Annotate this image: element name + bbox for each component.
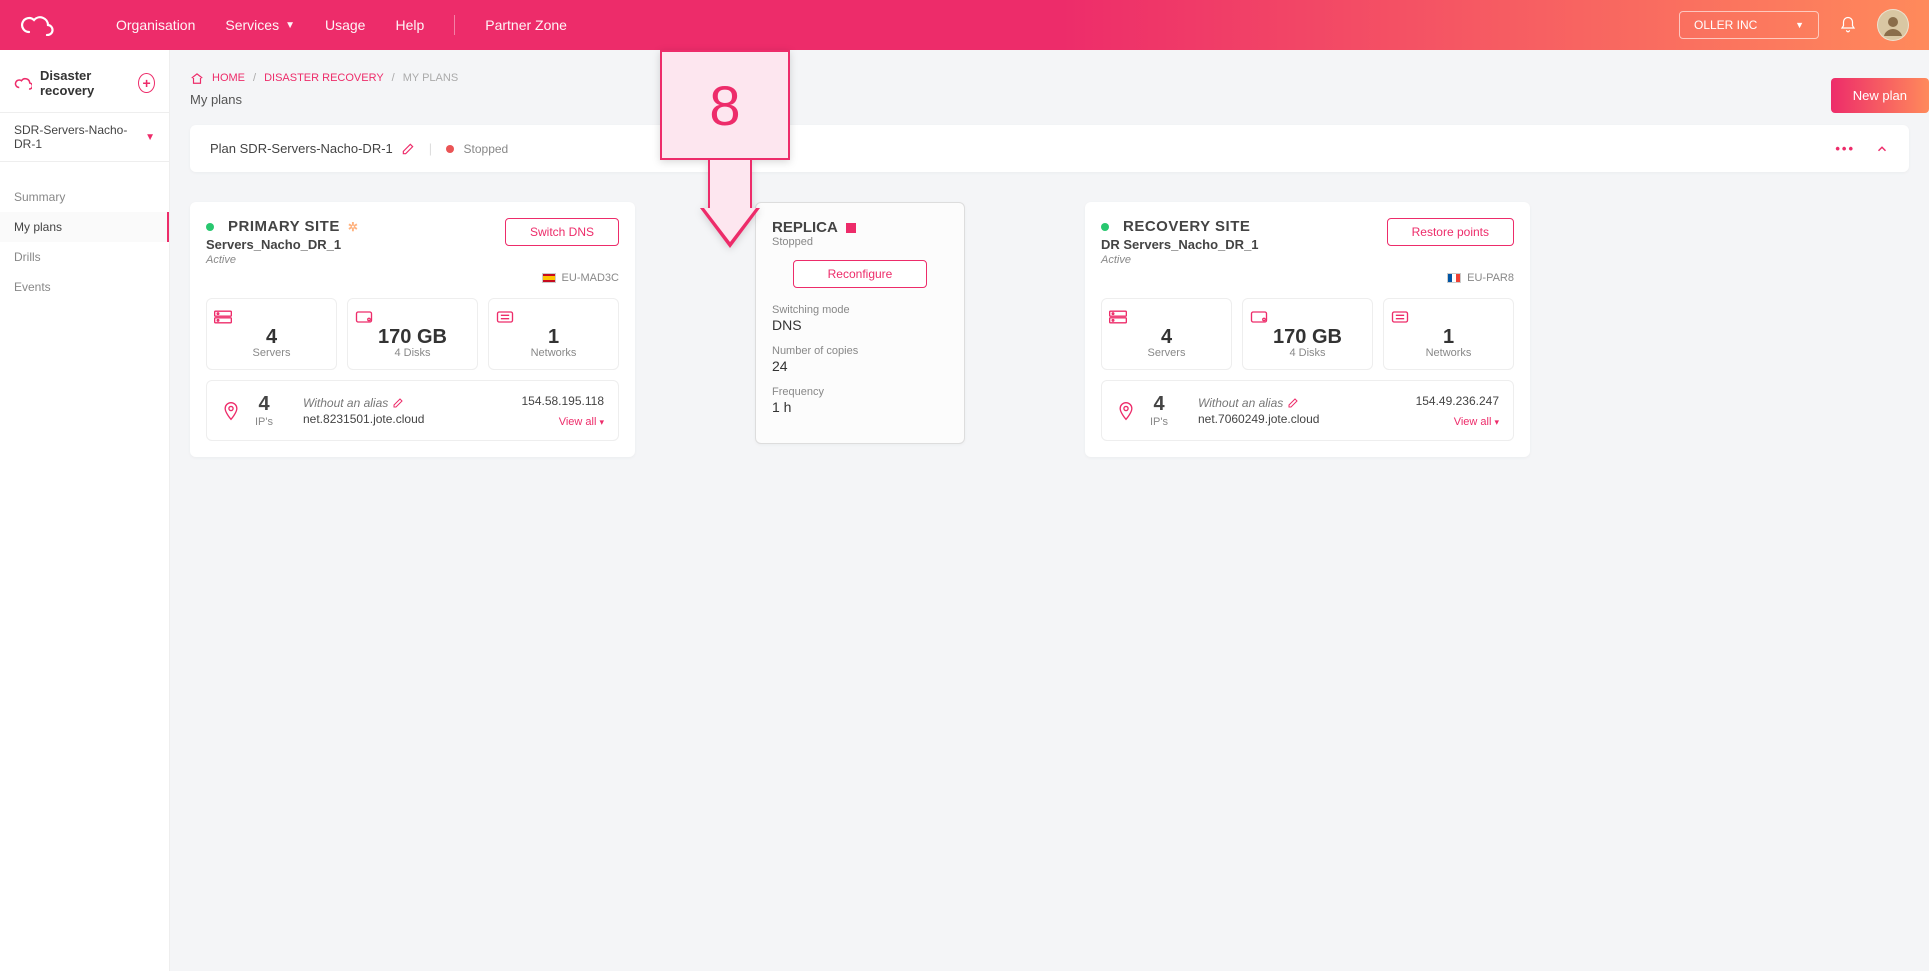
page-subtitle: My plans (190, 92, 1909, 107)
main-content: 8 HOME / DISASTER RECOVERY / MY PLANS My… (170, 50, 1929, 971)
primary-site-title: PRIMARY SITE (228, 218, 340, 235)
nav-separator (454, 15, 455, 35)
disk-icon (354, 309, 471, 325)
sidebar: Disaster recovery + SDR-Servers-Nacho-DR… (0, 50, 170, 971)
org-selector-label: OLLER INC (1694, 18, 1757, 32)
stat-storage: 170 GB 4 Disks (1242, 298, 1373, 370)
edit-icon[interactable] (401, 142, 415, 156)
breadcrumb-section[interactable]: DISASTER RECOVERY (264, 72, 384, 84)
recovery-region: EU-PAR8 (1101, 272, 1514, 284)
copies-value: 24 (772, 358, 948, 374)
home-icon (190, 72, 204, 84)
sidebar-item-my-plans[interactable]: My plans (0, 212, 169, 242)
recovery-ip: 154.49.236.247 (1416, 394, 1499, 408)
status-dot-icon (446, 145, 454, 153)
new-plan-button[interactable]: New plan (1831, 78, 1929, 113)
user-avatar[interactable] (1877, 9, 1909, 41)
chevron-down-icon: ▼ (1795, 20, 1804, 30)
primary-site-state: Active (206, 254, 358, 266)
recovery-domain: net.7060249.jote.cloud (1198, 412, 1319, 426)
primary-region: EU-MAD3C (206, 272, 619, 284)
sidebar-title: Disaster recovery + (0, 68, 169, 112)
edit-icon[interactable] (1287, 397, 1299, 409)
step-number: 8 (660, 50, 790, 160)
stat-storage: 170 GB 4 Disks (347, 298, 478, 370)
chevron-down-icon: ▼ (145, 132, 155, 143)
stat-networks: 1 Networks (1383, 298, 1514, 370)
frequency-label: Frequency (772, 386, 948, 398)
breadcrumb: HOME / DISASTER RECOVERY / MY PLANS (190, 50, 1909, 92)
plan-header-bar: Plan SDR-Servers-Nacho-DR-1 | Stopped ••… (190, 125, 1909, 172)
server-icon (213, 309, 330, 325)
network-icon (1390, 309, 1507, 325)
step-callout: 8 (660, 50, 800, 248)
org-selector[interactable]: OLLER INC ▼ (1679, 11, 1819, 39)
logo (20, 14, 56, 36)
recovery-ip-block: 4 IP's Without an alias net.7060249.jote… (1101, 380, 1514, 441)
reconfigure-button[interactable]: Reconfigure (793, 260, 928, 288)
breadcrumb-home[interactable]: HOME (212, 72, 245, 84)
sidebar-title-text: Disaster recovery (40, 68, 130, 98)
collapse-icon[interactable] (1875, 142, 1889, 156)
primary-domain: net.8231501.jote.cloud (303, 412, 424, 426)
cloud-icon (14, 76, 32, 90)
nav-organisation[interactable]: Organisation (116, 17, 195, 33)
switch-dns-button[interactable]: Switch DNS (505, 218, 619, 246)
plan-selector-label: SDR-Servers-Nacho-DR-1 (14, 123, 145, 151)
primary-ip: 154.58.195.118 (521, 394, 604, 408)
stopped-icon (846, 223, 856, 233)
plan-name: Plan SDR-Servers-Nacho-DR-1 (210, 141, 393, 156)
sidebar-item-drills[interactable]: Drills (0, 242, 169, 272)
flag-es-icon (542, 273, 556, 283)
recovery-site-state: Active (1101, 254, 1259, 266)
top-nav: Organisation Services ▼ Usage Help Partn… (0, 0, 1929, 50)
chevron-down-icon: ▾ (599, 417, 604, 427)
restore-points-button[interactable]: Restore points (1387, 218, 1514, 246)
status-dot-icon (1101, 223, 1109, 231)
recovery-site-name: DR Servers_Nacho_DR_1 (1101, 237, 1259, 252)
stat-networks: 1 Networks (488, 298, 619, 370)
view-all-link[interactable]: View all ▾ (1416, 416, 1499, 428)
copies-label: Number of copies (772, 345, 948, 357)
nav-help[interactable]: Help (395, 17, 424, 33)
flag-fr-icon (1447, 273, 1461, 283)
chevron-down-icon: ▼ (285, 20, 295, 31)
status-dot-icon (206, 223, 214, 231)
nav-partner-zone[interactable]: Partner Zone (485, 17, 567, 33)
location-icon (1116, 401, 1136, 421)
more-actions-icon[interactable]: ••• (1835, 141, 1855, 156)
switching-mode-value: DNS (772, 317, 948, 333)
frequency-value: 1 h (772, 399, 948, 415)
add-plan-button[interactable]: + (138, 73, 155, 93)
edit-icon[interactable] (392, 397, 404, 409)
stat-servers: 4 Servers (206, 298, 337, 370)
stat-servers: 4 Servers (1101, 298, 1232, 370)
recovery-site-card: RECOVERY SITE DR Servers_Nacho_DR_1 Acti… (1085, 202, 1530, 457)
primary-site-name: Servers_Nacho_DR_1 (206, 237, 358, 252)
plan-status: Stopped (446, 142, 508, 156)
breadcrumb-current: MY PLANS (403, 72, 458, 84)
chevron-down-icon: ▾ (1494, 417, 1499, 427)
network-icon (495, 309, 612, 325)
gear-icon[interactable]: ✲ (348, 220, 359, 234)
sidebar-item-events[interactable]: Events (0, 272, 169, 302)
disk-icon (1249, 309, 1366, 325)
primary-alias: Without an alias (303, 396, 388, 410)
recovery-site-title: RECOVERY SITE (1123, 218, 1250, 235)
plan-selector[interactable]: SDR-Servers-Nacho-DR-1 ▼ (0, 112, 169, 162)
nav-services-label: Services (225, 17, 279, 33)
recovery-alias: Without an alias (1198, 396, 1283, 410)
primary-site-card: PRIMARY SITE ✲ Servers_Nacho_DR_1 Active… (190, 202, 635, 457)
primary-ip-block: 4 IP's Without an alias net.8231501.jote… (206, 380, 619, 441)
view-all-link[interactable]: View all ▾ (521, 416, 604, 428)
sidebar-item-summary[interactable]: Summary (0, 182, 169, 212)
switching-mode-label: Switching mode (772, 304, 948, 316)
location-icon (221, 401, 241, 421)
nav-usage[interactable]: Usage (325, 17, 365, 33)
nav-services[interactable]: Services ▼ (225, 17, 295, 33)
server-icon (1108, 309, 1225, 325)
notifications-icon[interactable] (1839, 16, 1857, 34)
